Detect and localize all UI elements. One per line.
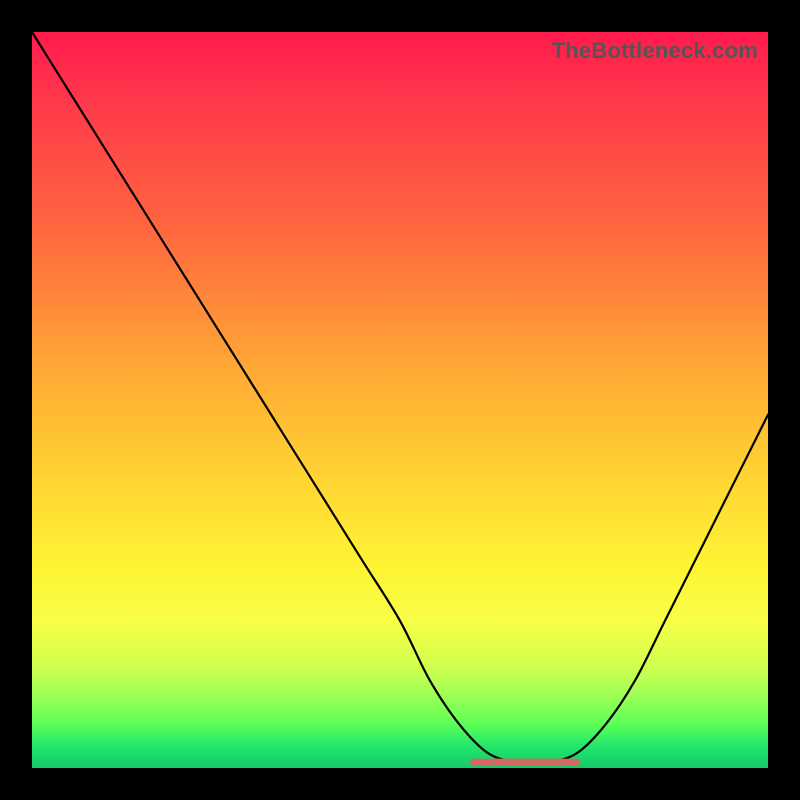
bottleneck-curve-path	[32, 32, 768, 763]
chart-frame: TheBottleneck.com	[0, 0, 800, 800]
plot-area: TheBottleneck.com	[32, 32, 768, 768]
bottleneck-curve-svg	[32, 32, 768, 768]
